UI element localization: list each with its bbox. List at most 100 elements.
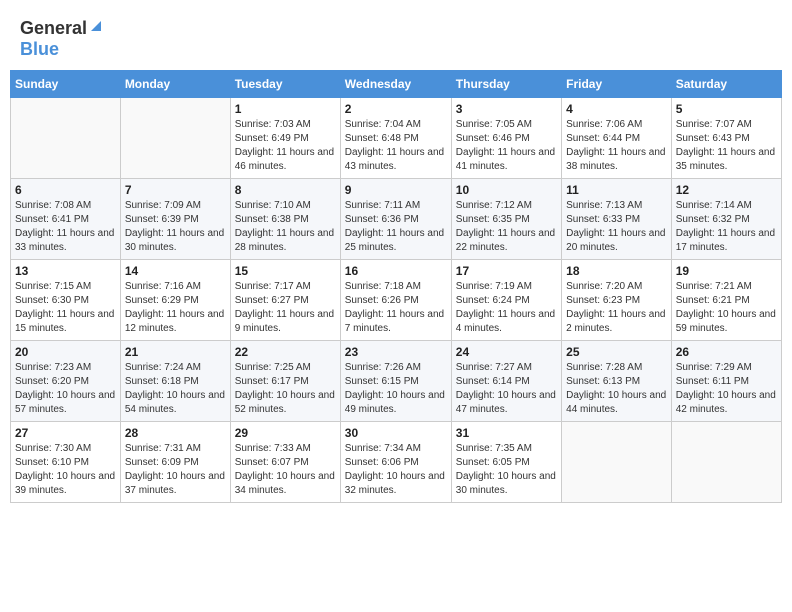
week-row-2: 6 Sunrise: 7:08 AMSunset: 6:41 PMDaylight… (11, 179, 782, 260)
day-cell: 24Sunrise: 7:27 AMSunset: 6:14 PMDayligh… (451, 341, 561, 422)
day-cell: 10 Sunrise: 7:12 AMSunset: 6:35 PMDayligh… (451, 179, 561, 260)
day-number: 17 (456, 264, 557, 278)
day-cell: 16 Sunrise: 7:18 AMSunset: 6:26 PMDayligh… (340, 260, 451, 341)
day-info: Sunrise: 7:21 AMSunset: 6:21 PMDaylight:… (676, 280, 777, 336)
day-number: 8 (235, 183, 336, 197)
day-cell: 8 Sunrise: 7:10 AMSunset: 6:38 PMDaylight… (230, 179, 340, 260)
day-info: Sunrise: 7:24 AMSunset: 6:18 PMDaylight:… (125, 361, 226, 417)
day-cell: 12 Sunrise: 7:14 AMSunset: 6:32 PMDayligh… (671, 179, 781, 260)
weekday-header-thursday: Thursday (451, 71, 561, 98)
weekday-header-wednesday: Wednesday (340, 71, 451, 98)
day-number: 27 (15, 426, 116, 440)
day-cell: 20 Sunrise: 7:23 AMSunset: 6:20 PMDayligh… (11, 341, 121, 422)
day-cell: 31 Sunrise: 7:35 AMSunset: 6:05 PMDayligh… (451, 422, 561, 503)
day-cell: 4 Sunrise: 7:06 AMSunset: 6:44 PMDaylight… (562, 98, 672, 179)
day-info: Sunrise: 7:16 AMSunset: 6:29 PMDaylight:… (125, 280, 226, 336)
day-cell: 21 Sunrise: 7:24 AMSunset: 6:18 PMDayligh… (120, 341, 230, 422)
day-info: Sunrise: 7:20 AMSunset: 6:23 PMDaylight:… (566, 280, 667, 336)
weekday-header-tuesday: Tuesday (230, 71, 340, 98)
day-info: Sunrise: 7:14 AMSunset: 6:32 PMDaylight:… (676, 199, 777, 255)
day-number: 2 (345, 102, 447, 116)
day-info: Sunrise: 7:12 AMSunset: 6:35 PMDaylight:… (456, 199, 557, 255)
day-number: 7 (125, 183, 226, 197)
weekday-header-friday: Friday (562, 71, 672, 98)
day-number: 31 (456, 426, 557, 440)
calendar-table: SundayMondayTuesdayWednesdayThursdayFrid… (10, 70, 782, 503)
day-number: 25 (566, 345, 667, 359)
day-number: 3 (456, 102, 557, 116)
week-row-5: 27Sunrise: 7:30 AMSunset: 6:10 PMDayligh… (11, 422, 782, 503)
day-cell: 7Sunrise: 7:09 AMSunset: 6:39 PMDaylight… (120, 179, 230, 260)
day-cell: 17 Sunrise: 7:19 AMSunset: 6:24 PMDayligh… (451, 260, 561, 341)
weekday-header-row: SundayMondayTuesdayWednesdayThursdayFrid… (11, 71, 782, 98)
day-number: 26 (676, 345, 777, 359)
day-number: 13 (15, 264, 116, 278)
day-number: 11 (566, 183, 667, 197)
day-info: Sunrise: 7:19 AMSunset: 6:24 PMDaylight:… (456, 280, 557, 336)
day-cell: 18 Sunrise: 7:20 AMSunset: 6:23 PMDayligh… (562, 260, 672, 341)
day-cell: 25 Sunrise: 7:28 AMSunset: 6:13 PMDayligh… (562, 341, 672, 422)
day-cell: 28 Sunrise: 7:31 AMSunset: 6:09 PMDayligh… (120, 422, 230, 503)
day-info: Sunrise: 7:28 AMSunset: 6:13 PMDaylight:… (566, 361, 667, 417)
day-info: Sunrise: 7:08 AMSunset: 6:41 PMDaylight:… (15, 199, 116, 255)
day-info: Sunrise: 7:15 AMSunset: 6:30 PMDaylight:… (15, 280, 116, 336)
day-cell: 22 Sunrise: 7:25 AMSunset: 6:17 PMDayligh… (230, 341, 340, 422)
day-info: Sunrise: 7:10 AMSunset: 6:38 PMDaylight:… (235, 199, 336, 255)
week-row-4: 20 Sunrise: 7:23 AMSunset: 6:20 PMDayligh… (11, 341, 782, 422)
day-number: 30 (345, 426, 447, 440)
day-number: 28 (125, 426, 226, 440)
day-number: 12 (676, 183, 777, 197)
logo: General Blue (20, 18, 103, 60)
day-info: Sunrise: 7:23 AMSunset: 6:20 PMDaylight:… (15, 361, 116, 417)
day-cell: 1Sunrise: 7:03 AMSunset: 6:49 PMDaylight… (230, 98, 340, 179)
day-number: 5 (676, 102, 777, 116)
day-number: 22 (235, 345, 336, 359)
logo-triangle-icon (89, 19, 103, 38)
day-cell: 15 Sunrise: 7:17 AMSunset: 6:27 PMDayligh… (230, 260, 340, 341)
weekday-header-monday: Monday (120, 71, 230, 98)
day-cell: 29Sunrise: 7:33 AMSunset: 6:07 PMDayligh… (230, 422, 340, 503)
day-cell: 9 Sunrise: 7:11 AMSunset: 6:36 PMDaylight… (340, 179, 451, 260)
day-number: 6 (15, 183, 116, 197)
day-number: 20 (15, 345, 116, 359)
week-row-1: 1Sunrise: 7:03 AMSunset: 6:49 PMDaylight… (11, 98, 782, 179)
day-number: 16 (345, 264, 447, 278)
day-number: 23 (345, 345, 447, 359)
day-number: 18 (566, 264, 667, 278)
day-info: Sunrise: 7:07 AMSunset: 6:43 PMDaylight:… (676, 118, 777, 174)
day-number: 4 (566, 102, 667, 116)
day-cell (562, 422, 672, 503)
day-number: 19 (676, 264, 777, 278)
day-number: 14 (125, 264, 226, 278)
day-info: Sunrise: 7:35 AMSunset: 6:05 PMDaylight:… (456, 442, 557, 498)
day-info: Sunrise: 7:29 AMSunset: 6:11 PMDaylight:… (676, 361, 777, 417)
day-number: 9 (345, 183, 447, 197)
day-info: Sunrise: 7:05 AMSunset: 6:46 PMDaylight:… (456, 118, 557, 174)
day-cell: 14 Sunrise: 7:16 AMSunset: 6:29 PMDayligh… (120, 260, 230, 341)
day-info: Sunrise: 7:11 AMSunset: 6:36 PMDaylight:… (345, 199, 447, 255)
day-info: Sunrise: 7:13 AMSunset: 6:33 PMDaylight:… (566, 199, 667, 255)
day-info: Sunrise: 7:06 AMSunset: 6:44 PMDaylight:… (566, 118, 667, 174)
day-cell: 2 Sunrise: 7:04 AMSunset: 6:48 PMDaylight… (340, 98, 451, 179)
day-number: 1 (235, 102, 336, 116)
day-number: 10 (456, 183, 557, 197)
day-number: 15 (235, 264, 336, 278)
day-cell (671, 422, 781, 503)
day-info: Sunrise: 7:31 AMSunset: 6:09 PMDaylight:… (125, 442, 226, 498)
day-cell: 19 Sunrise: 7:21 AMSunset: 6:21 PMDayligh… (671, 260, 781, 341)
weekday-header-sunday: Sunday (11, 71, 121, 98)
page-header: General Blue (10, 10, 782, 64)
day-info: Sunrise: 7:17 AMSunset: 6:27 PMDaylight:… (235, 280, 336, 336)
day-cell: 30Sunrise: 7:34 AMSunset: 6:06 PMDayligh… (340, 422, 451, 503)
day-info: Sunrise: 7:25 AMSunset: 6:17 PMDaylight:… (235, 361, 336, 417)
day-cell: 3 Sunrise: 7:05 AMSunset: 6:46 PMDaylight… (451, 98, 561, 179)
day-cell: 13 Sunrise: 7:15 AMSunset: 6:30 PMDayligh… (11, 260, 121, 341)
day-cell: 26 Sunrise: 7:29 AMSunset: 6:11 PMDayligh… (671, 341, 781, 422)
weekday-header-saturday: Saturday (671, 71, 781, 98)
day-number: 21 (125, 345, 226, 359)
day-info: Sunrise: 7:04 AMSunset: 6:48 PMDaylight:… (345, 118, 447, 174)
day-info: Sunrise: 7:27 AMSunset: 6:14 PMDaylight:… (456, 361, 557, 417)
day-info: Sunrise: 7:18 AMSunset: 6:26 PMDaylight:… (345, 280, 447, 336)
day-info: Sunrise: 7:26 AMSunset: 6:15 PMDaylight:… (345, 361, 447, 417)
day-cell: 6 Sunrise: 7:08 AMSunset: 6:41 PMDaylight… (11, 179, 121, 260)
